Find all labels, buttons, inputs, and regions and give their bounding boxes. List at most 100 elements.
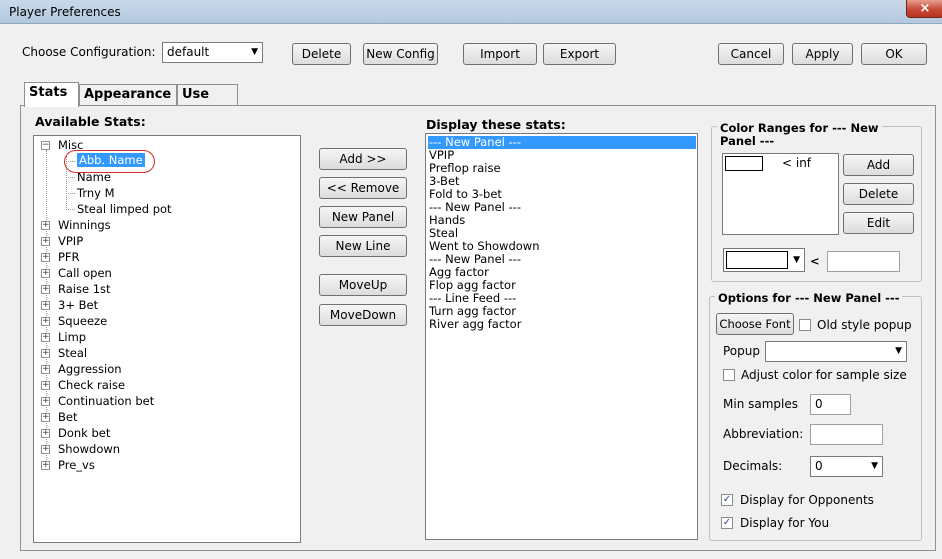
add-range-button[interactable]: Add (843, 154, 914, 176)
range-value-input[interactable] (827, 251, 900, 272)
tree-item-group[interactable]: Continuation bet (58, 393, 154, 409)
color-picker-select[interactable]: ▼ (723, 248, 805, 272)
tree-item-group[interactable]: VPIP (58, 233, 83, 249)
display-stats-heading: Display these stats: (426, 117, 566, 132)
color-ranges-title-1: Color Ranges for --- New (717, 121, 882, 135)
tab-appearance[interactable]: Appearance (79, 84, 177, 106)
apply-button[interactable]: Apply (792, 43, 853, 65)
chevron-down-icon: ▼ (793, 255, 800, 265)
import-button[interactable]: Import (463, 43, 537, 65)
chevron-down-icon: ▼ (871, 461, 878, 471)
available-stats-heading: Available Stats: (35, 114, 146, 129)
adjust-color-checkbox[interactable] (723, 369, 735, 381)
expand-icon[interactable]: + (41, 381, 50, 390)
export-button[interactable]: Export (543, 43, 616, 65)
move-down-button[interactable]: MoveDown (319, 304, 407, 326)
player-preferences-window: Player Preferences × Choose Configuratio… (0, 0, 942, 559)
decimals-select[interactable]: 0 ▼ (810, 456, 883, 477)
expand-icon[interactable]: + (41, 317, 50, 326)
tree-item-child[interactable]: Trny M (77, 185, 115, 201)
expand-icon[interactable]: + (41, 461, 50, 470)
decimals-label: Decimals: (723, 459, 783, 473)
expand-icon[interactable]: + (41, 269, 50, 278)
tab-stats[interactable]: Stats (24, 82, 79, 107)
display-stats-list[interactable]: --- New Panel --- VPIP Preflop raise 3-Bet F… (425, 133, 698, 540)
delete-range-button[interactable]: Delete (843, 183, 914, 205)
remove-stat-button[interactable]: << Remove (319, 177, 407, 199)
popup-label: Popup (723, 344, 760, 358)
close-icon: × (919, 1, 931, 16)
delete-config-button[interactable]: Delete (292, 43, 351, 65)
min-samples-label: Min samples (723, 397, 798, 411)
tree-item-group[interactable]: PFR (58, 249, 80, 265)
collapse-icon[interactable]: − (41, 141, 50, 150)
abbreviation-input[interactable] (810, 424, 883, 445)
new-config-button[interactable]: New Config (363, 43, 438, 65)
tree-item-child[interactable]: Steal limped pot (77, 201, 172, 217)
new-line-button[interactable]: New Line (319, 235, 407, 257)
expand-icon[interactable]: + (41, 397, 50, 406)
config-select[interactable]: default ▼ (162, 42, 263, 63)
tree-item-group[interactable]: Bet (58, 409, 77, 425)
decimals-select-value: 0 (815, 459, 823, 473)
window-title: Player Preferences (9, 5, 121, 19)
display-list-item[interactable]: --- New Panel --- (428, 136, 696, 149)
color-ranges-list[interactable]: < inf (722, 153, 839, 235)
tree-item-group[interactable]: Winnings (58, 217, 111, 233)
tree-item-group[interactable]: 3+ Bet (58, 297, 98, 313)
choose-font-button[interactable]: Choose Font (716, 313, 794, 335)
tree-item-group[interactable]: Pre_vs (58, 457, 95, 473)
tree-item-group[interactable]: Steal (58, 345, 87, 361)
expand-icon[interactable]: + (41, 445, 50, 454)
display-you-label: Display for You (740, 516, 830, 530)
old-style-popup-checkbox[interactable] (799, 319, 811, 331)
adjust-color-label: Adjust color for sample size (741, 368, 907, 382)
expand-icon[interactable]: + (41, 285, 50, 294)
color-ranges-title-2: Panel --- (717, 134, 778, 148)
expand-icon[interactable]: + (41, 349, 50, 358)
config-select-value: default (167, 45, 210, 59)
color-swatch[interactable] (725, 156, 763, 171)
check-icon: ✓ (722, 494, 732, 505)
expand-icon[interactable]: + (41, 333, 50, 342)
expand-icon[interactable]: + (41, 413, 50, 422)
popup-select[interactable]: ▼ (765, 341, 907, 362)
highlight-annotation (64, 150, 155, 173)
tree-item-group[interactable]: Check raise (58, 377, 125, 393)
tree-item-group[interactable]: Call open (58, 265, 112, 281)
tree-item-group[interactable]: Donk bet (58, 425, 110, 441)
abbreviation-label: Abbreviation: (723, 427, 804, 441)
expand-icon[interactable]: + (41, 237, 50, 246)
title-bar[interactable]: Player Preferences (0, 0, 942, 24)
expand-icon[interactable]: + (41, 429, 50, 438)
display-you-checkbox[interactable]: ✓ (721, 517, 733, 529)
tree-item-group[interactable]: Aggression (58, 361, 122, 377)
edit-range-button[interactable]: Edit (843, 212, 914, 234)
min-samples-input[interactable]: 0 (810, 394, 851, 415)
color-picker-swatch (726, 251, 788, 269)
expand-icon[interactable]: + (41, 253, 50, 262)
display-opponents-label: Display for Opponents (740, 493, 874, 507)
less-than-label: < (810, 254, 820, 268)
expand-icon[interactable]: + (41, 221, 50, 230)
expand-icon[interactable]: + (41, 365, 50, 374)
new-panel-button[interactable]: New Panel (319, 206, 407, 228)
display-opponents-checkbox[interactable]: ✓ (721, 494, 733, 506)
close-button[interactable]: × (906, 0, 942, 18)
range-entry[interactable]: < inf (782, 156, 811, 170)
tab-use-for[interactable]: Use for (177, 84, 238, 122)
tree-item-group[interactable]: Squeeze (58, 313, 107, 329)
move-up-button[interactable]: MoveUp (319, 274, 407, 296)
tree-item-group[interactable]: Raise 1st (58, 281, 111, 297)
config-label: Choose Configuration: (22, 45, 156, 59)
chevron-down-icon: ▼ (251, 47, 258, 57)
expand-icon[interactable]: + (41, 301, 50, 310)
options-title: Options for --- New Panel --- (715, 291, 903, 305)
tree-item-group[interactable]: Showdown (58, 441, 120, 457)
ok-button[interactable]: OK (861, 43, 927, 65)
add-stat-button[interactable]: Add >> (319, 148, 407, 170)
tree-item-group[interactable]: Limp (58, 329, 86, 345)
display-list-item[interactable]: River agg factor (429, 318, 521, 331)
check-icon: ✓ (722, 517, 732, 528)
cancel-button[interactable]: Cancel (718, 43, 784, 65)
